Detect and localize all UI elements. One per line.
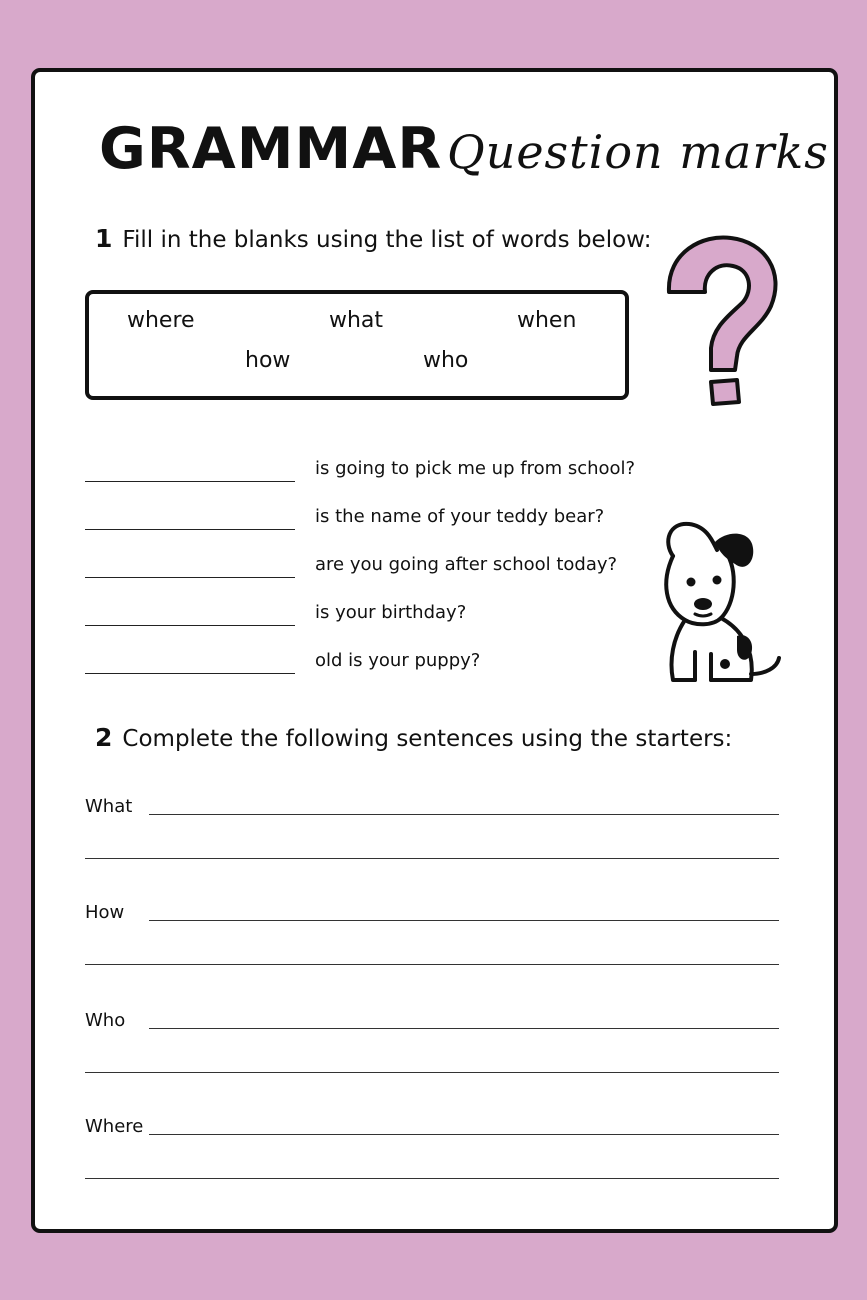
writing-line[interactable] (149, 920, 779, 921)
sentence-text: are you going after school today? (315, 554, 618, 575)
word-bank-item: who (423, 348, 469, 373)
fill-in-row: is the name of your teddy bear? (85, 506, 645, 536)
starter-label: Where (85, 1116, 144, 1137)
fill-in-row: is your birthday? (85, 602, 645, 632)
writing-line[interactable] (85, 964, 779, 965)
starter-label: What (85, 796, 133, 817)
sentence-text: is the name of your teddy bear? (315, 506, 605, 527)
fill-in-row: is going to pick me up from school? (85, 458, 645, 488)
puppy-icon (664, 521, 781, 682)
word-bank-item: what (329, 308, 384, 333)
section1-instruction: Fill in the blanks using the list of wor… (122, 227, 652, 253)
section2-number: 2 (95, 723, 113, 752)
section2-heading: 2 Complete the following sentences using … (95, 723, 732, 752)
page-subtitle: Question marks (447, 125, 829, 179)
starter-label: How (85, 902, 125, 923)
writing-line[interactable] (85, 858, 779, 859)
starter-label: Who (85, 1010, 126, 1031)
question-mark-icon (666, 235, 778, 406)
word-bank-item: how (245, 348, 291, 373)
answer-blank[interactable] (85, 481, 295, 482)
word-bank: where what when how who (85, 290, 629, 400)
answer-blank[interactable] (85, 529, 295, 530)
writing-line[interactable] (85, 1178, 779, 1179)
sentence-text: is going to pick me up from school? (315, 458, 636, 479)
fill-in-row: old is your puppy? (85, 650, 645, 680)
page-title: GRAMMAR (99, 116, 443, 182)
worksheet: GRAMMAR Question marks 1 Fill in the blan… (31, 68, 838, 1233)
section1-heading: 1 Fill in the blanks using the list of wo… (95, 224, 651, 253)
writing-line[interactable] (149, 1134, 779, 1135)
writing-line[interactable] (85, 1072, 779, 1073)
section2-instruction: Complete the following sentences using t… (122, 726, 733, 752)
word-bank-item: where (127, 308, 195, 333)
writing-line[interactable] (149, 1028, 779, 1029)
writing-line[interactable] (149, 814, 779, 815)
sentence-text: is your birthday? (315, 602, 467, 623)
answer-blank[interactable] (85, 625, 295, 626)
word-bank-item: when (517, 308, 577, 333)
answer-blank[interactable] (85, 577, 295, 578)
answer-blank[interactable] (85, 673, 295, 674)
fill-in-row: are you going after school today? (85, 554, 645, 584)
sentence-text: old is your puppy? (315, 650, 481, 671)
section1-number: 1 (95, 224, 113, 253)
